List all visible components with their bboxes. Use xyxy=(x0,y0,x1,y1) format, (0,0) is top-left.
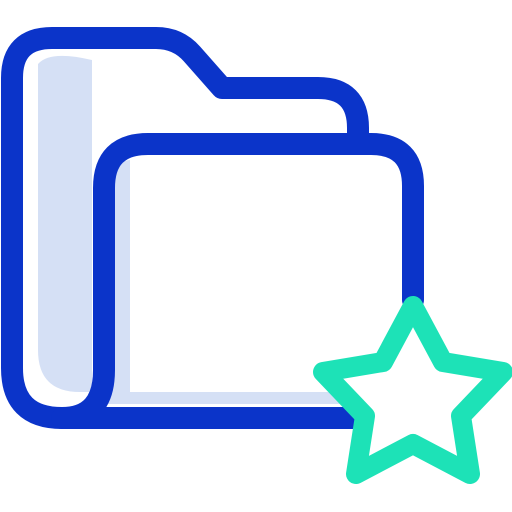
favorite-folder-icon xyxy=(1,27,512,484)
star-icon xyxy=(313,296,512,484)
back-folder-shadow xyxy=(38,55,92,392)
icon-canvas xyxy=(0,0,512,512)
